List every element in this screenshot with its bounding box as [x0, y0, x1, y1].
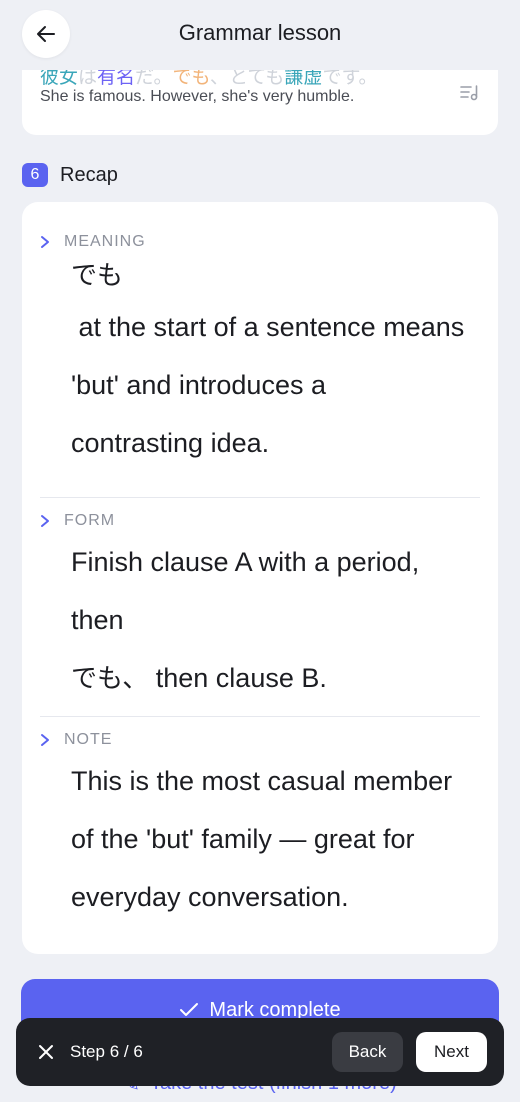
- recap-note: NOTE This is the most casual member of t…: [40, 728, 480, 926]
- page-title: Grammar lesson: [178, 20, 342, 45]
- recap-text-line: This is the most casual member: [71, 766, 453, 796]
- recap-text-line: of the 'but' family — great for: [71, 824, 415, 854]
- recap-jp-term: でも、: [71, 664, 149, 694]
- recap-text-line: 'but' and introduces a: [71, 370, 326, 400]
- chevron-right-icon: [41, 734, 49, 746]
- close-icon[interactable]: [36, 1042, 56, 1062]
- playlist-icon[interactable]: [460, 84, 480, 107]
- recap-text-line: then clause B.: [155, 663, 327, 693]
- section-title: Recap: [60, 163, 118, 186]
- recap-text-line: everyday conversation.: [71, 882, 349, 912]
- recap-form-body: Finish clause A with a period, then でも、 …: [40, 533, 480, 708]
- header: Grammar lesson: [0, 0, 520, 70]
- recap-text-line: then: [71, 605, 124, 635]
- recap-label: FORM: [64, 512, 116, 529]
- example-translation: She is famous. However, she's very humbl…: [40, 88, 355, 105]
- recap-meaning: MEANING でも at the start of a sentence me…: [40, 230, 480, 472]
- recap-label: MEANING: [64, 233, 146, 250]
- step-bar: Step 6 / 6 Back Next: [16, 1018, 504, 1086]
- divider: [40, 716, 480, 717]
- checkmark-icon: [180, 1003, 199, 1016]
- recap-jp-term: でも: [71, 261, 124, 291]
- chevron-right-icon: [41, 236, 49, 248]
- recap-form-header[interactable]: FORM: [40, 509, 480, 533]
- recap-form-line: でも、 then clause B.: [71, 649, 476, 708]
- chevron-right-icon: [41, 515, 49, 527]
- recap-note-header[interactable]: NOTE: [40, 728, 480, 752]
- recap-meaning-header[interactable]: MEANING: [40, 230, 480, 254]
- recap-text-line: at the start of a sentence means: [71, 312, 465, 342]
- section-heading: 6 Recap: [22, 163, 118, 187]
- recap-text-line: contrasting idea.: [71, 428, 270, 458]
- step-indicator: Step 6 / 6: [70, 1042, 143, 1061]
- recap-label: NOTE: [64, 731, 113, 748]
- section-number-badge: 6: [22, 163, 48, 187]
- recap-card: MEANING でも at the start of a sentence me…: [22, 202, 498, 954]
- recap-text-line: Finish clause A with a period,: [71, 547, 420, 577]
- recap-form: FORM Finish clause A with a period, then…: [40, 509, 480, 708]
- back-button[interactable]: Back: [332, 1032, 403, 1072]
- next-button[interactable]: Next: [416, 1032, 487, 1072]
- divider: [40, 497, 480, 498]
- recap-meaning-body: でも at the start of a sentence means 'but…: [40, 258, 480, 472]
- recap-note-body: This is the most casual member of the 'b…: [40, 752, 480, 926]
